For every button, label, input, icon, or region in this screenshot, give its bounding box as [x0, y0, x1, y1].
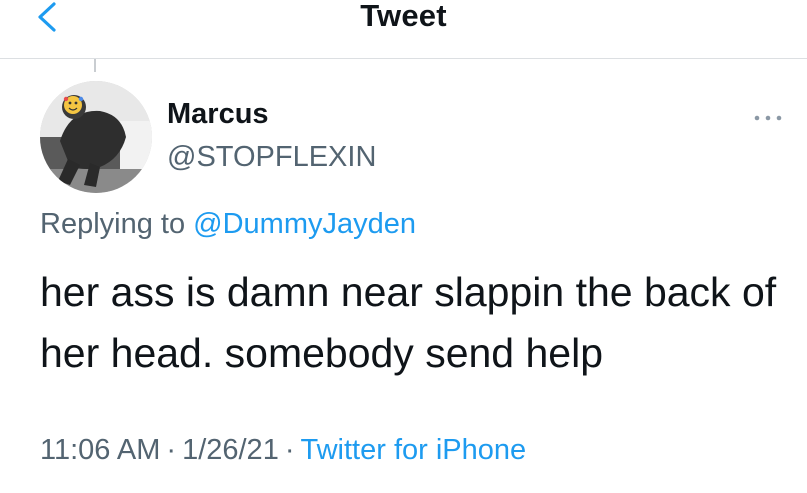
- replying-to-handle-link[interactable]: @DummyJayden: [193, 208, 416, 240]
- replying-to-line: Replying to @DummyJayden: [40, 208, 416, 241]
- meta-separator: ·: [166, 434, 177, 466]
- more-options-button[interactable]: [748, 106, 788, 130]
- author-handle[interactable]: @STOPFLEXIN: [167, 141, 376, 174]
- header-bar: Tweet: [0, 0, 807, 59]
- tweet-text: her ass is damn near slappin the back of…: [40, 269, 777, 376]
- avatar[interactable]: [40, 81, 152, 193]
- replying-to-label: Replying to: [40, 208, 186, 240]
- tweet-date: 1/26/21: [182, 434, 279, 466]
- tweet-metadata: 11:06 AM · 1/26/21 · Twitter for iPhone: [40, 434, 526, 467]
- avatar-photo: [40, 81, 152, 193]
- thread-connector-line: [94, 59, 96, 72]
- author-display-name[interactable]: Marcus: [167, 98, 269, 131]
- meta-separator: ·: [284, 434, 295, 466]
- tweet-source-link[interactable]: Twitter for iPhone: [301, 434, 527, 466]
- more-horizontal-icon: [754, 115, 782, 121]
- page-title: Tweet: [360, 0, 447, 33]
- tweet-time: 11:06 AM: [40, 434, 161, 466]
